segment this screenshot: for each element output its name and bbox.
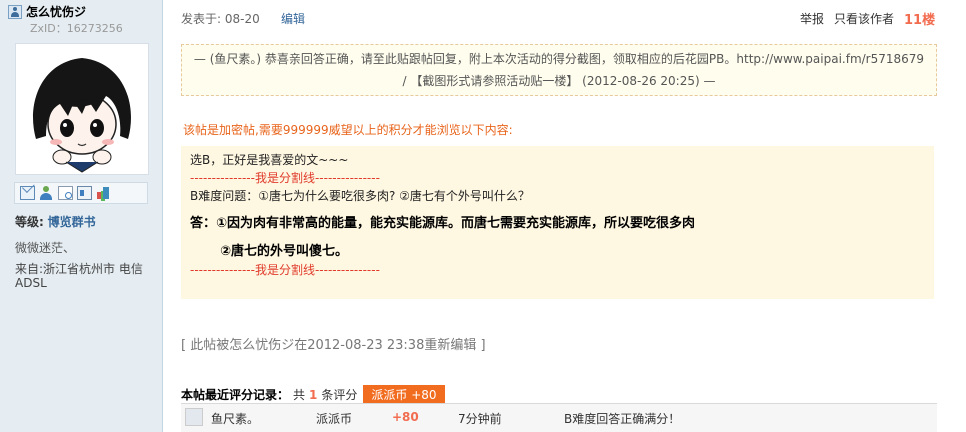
rater-avatar[interactable] bbox=[185, 408, 203, 426]
table-row: 鱼尺素。 派派币 +80 7分钟前 B难度回答正确满分！ bbox=[181, 403, 937, 432]
locked-notice: 该帖是加密帖,需要999999威望以上的积分才能浏览以下内容: bbox=[183, 123, 513, 137]
rating-badge[interactable]: 派派币 +80 bbox=[363, 385, 445, 404]
user-signature: 微微迷茫、 bbox=[15, 241, 76, 255]
mail-icon[interactable] bbox=[20, 186, 35, 200]
rating-summary: 本帖最近评分记录： 共 1 条评分 派派币 +80 bbox=[181, 385, 445, 404]
avatar[interactable] bbox=[15, 43, 149, 175]
add-friend-icon[interactable] bbox=[39, 186, 54, 200]
edit-link[interactable]: 编辑 bbox=[281, 10, 305, 27]
floor-number[interactable]: 11楼 bbox=[904, 9, 935, 28]
post-content: 选B，正好是我喜爱的文~~~ ---------------我是分割线-----… bbox=[181, 146, 934, 299]
report-link[interactable]: 举报 bbox=[800, 10, 824, 27]
profile-icon[interactable] bbox=[58, 186, 73, 200]
rating-count-prefix: 共 bbox=[293, 388, 306, 402]
only-author-link[interactable]: 只看该作者 bbox=[834, 10, 894, 27]
divider-text: ---------------我是分割线--------------- bbox=[190, 171, 380, 185]
level-value[interactable]: 博览群书 bbox=[48, 215, 96, 229]
post-time: 发表于: 08-20 bbox=[181, 12, 260, 26]
question-text: B难度问题：①唐七为什么要吃很多肉? ②唐七有个外号叫什么？ bbox=[190, 189, 530, 203]
notice-line-2: / 【截图形式请参照活动贴一楼】 (2012-08-26 20:25) — bbox=[402, 74, 716, 88]
user-location: 来自:浙江省杭州市 电信ADSL bbox=[15, 262, 143, 290]
post-header: 发表于: 08-20 编辑 举报 只看该作者 11楼 bbox=[181, 9, 937, 28]
rating-reason: B难度回答正确满分！ bbox=[564, 412, 681, 426]
content-line: 选B，正好是我喜爱的文~~~ bbox=[190, 153, 349, 167]
user-level: 等级: 博览群书 bbox=[15, 213, 96, 230]
notice-line-1[interactable]: — (鱼尺素。) 恭喜亲回答正确，请至此贴跟帖回复，附上本次活动的得分截图，领取… bbox=[182, 48, 936, 70]
rating-time: 7分钟前 bbox=[458, 412, 502, 426]
rating-title: 本帖最近评分记录： bbox=[181, 388, 290, 402]
card-icon[interactable] bbox=[77, 186, 92, 200]
level-label: 等级: bbox=[15, 215, 44, 229]
divider-text-2: ---------------我是分割线--------------- bbox=[190, 263, 380, 277]
user-sidebar: 怎么忧伤ジ ZxID：16273256 等级: 博览群书 微微迷茫、 来自:浙江… bbox=[0, 0, 163, 432]
answer-text-2: ②唐七的外号叫傻七。 bbox=[220, 244, 349, 259]
rating-currency: 派派币 bbox=[316, 412, 353, 426]
answer-text-1: 答：①因为肉有非常高的能量，能充实能源库。而唐七需要充实能源库，所以要吃很多肉 bbox=[190, 216, 696, 231]
rating-count-suffix: 条评分 bbox=[321, 388, 358, 402]
edit-history: [ 此帖被怎么忧伤ジ在2012-08-23 23:38重新编辑 ] bbox=[181, 338, 486, 353]
user-online-icon bbox=[8, 4, 22, 19]
user-actions bbox=[14, 182, 148, 204]
username[interactable]: 怎么忧伤ジ bbox=[26, 3, 86, 20]
apps-icon[interactable] bbox=[96, 186, 111, 200]
rating-count: 1 bbox=[309, 387, 318, 402]
username-row: 怎么忧伤ジ bbox=[8, 3, 86, 20]
mod-notice: — (鱼尺素。) 恭喜亲回答正确，请至此贴跟帖回复，附上本次活动的得分截图，领取… bbox=[181, 44, 937, 96]
rater-name[interactable]: 鱼尺素。 bbox=[211, 410, 259, 427]
user-id: ZxID：16273256 bbox=[30, 22, 123, 35]
rating-value: +80 bbox=[392, 410, 419, 424]
